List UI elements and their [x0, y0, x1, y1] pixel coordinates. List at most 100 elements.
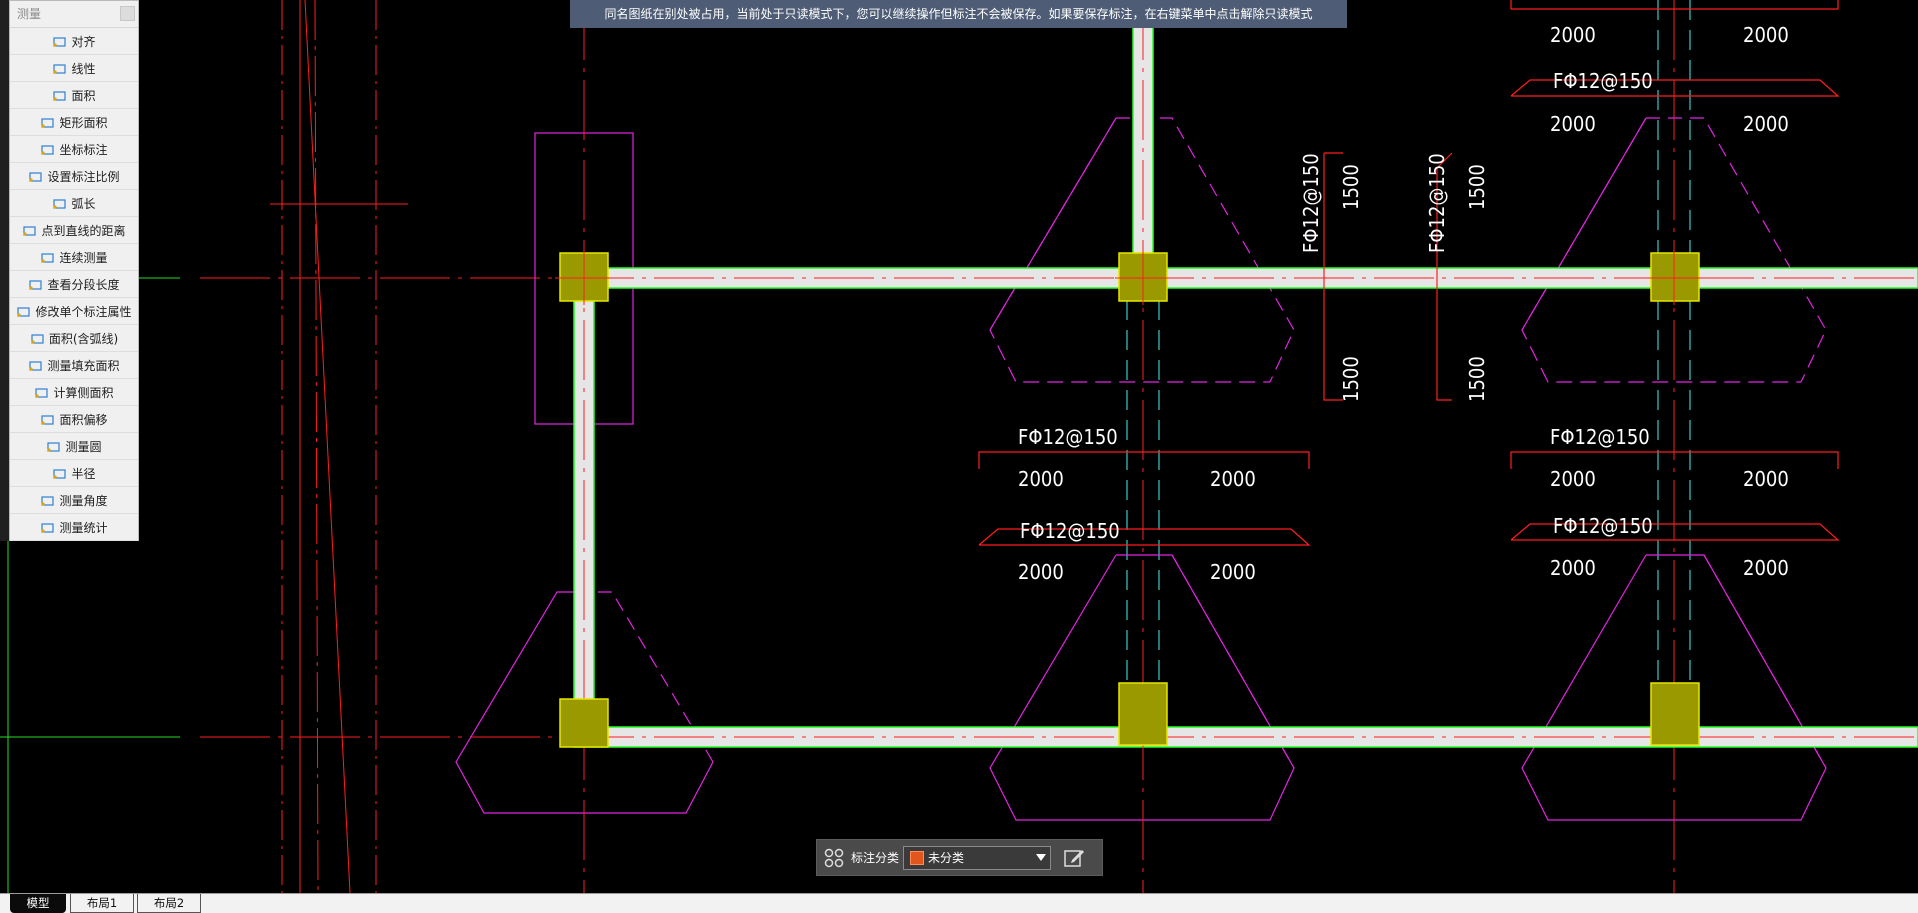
rebar-label: FΦ12@150	[1550, 425, 1650, 449]
dim-text: 2000	[1743, 556, 1789, 580]
grid-icon[interactable]	[823, 847, 845, 869]
category-color-swatch	[910, 850, 925, 865]
measure-tool-radius[interactable]: 半径	[10, 460, 138, 487]
tab-layout-1[interactable]: 布局1	[70, 894, 134, 913]
category-value: 未分类	[928, 851, 965, 865]
layout-tabbar: 模型 布局1 布局2	[0, 893, 1918, 913]
measure-tool-label: 面积偏移	[59, 412, 108, 427]
measure-tool-fill-area[interactable]: 测量填充面积	[10, 352, 138, 379]
rebar-label: FΦ12@150	[1018, 425, 1118, 449]
measure-tool-label: 测量角度	[59, 493, 108, 508]
statistics-icon	[40, 521, 55, 534]
dim-text: 2000	[1743, 467, 1789, 491]
close-icon[interactable]	[120, 6, 135, 21]
measure-tool-arc-area[interactable]: 面积(含弧线)	[10, 325, 138, 352]
measure-tool-label: 弧长	[71, 196, 96, 211]
continuous-measure-icon	[40, 251, 55, 264]
measure-tool-linear-dimension[interactable]: 线性	[10, 55, 138, 82]
measure-tool-circle-measure[interactable]: 测量圆	[10, 433, 138, 460]
dim-text: 2000	[1550, 112, 1596, 136]
measure-tool-label: 面积(含弧线)	[48, 331, 119, 346]
measure-tool-label: 计算侧面积	[53, 385, 114, 400]
tab-layout-2[interactable]: 布局2	[137, 894, 201, 913]
measure-tool-area[interactable]: 面积	[10, 82, 138, 109]
measure-tool-edit-annotation[interactable]: 修改单个标注属性	[10, 298, 138, 325]
tab-model[interactable]: 模型	[10, 894, 66, 913]
edit-annotation-icon	[16, 305, 31, 318]
readonly-notice: 同名图纸在别处被占用，当前处于只读模式下，您可以继续操作但标注不会被保存。如果要…	[570, 0, 1347, 28]
measure-tool-area-offset[interactable]: 面积偏移	[10, 406, 138, 433]
rectangle-area-icon	[40, 116, 55, 129]
measure-tool-rectangle-area[interactable]: 矩形面积	[10, 109, 138, 136]
measure-tool-side-area[interactable]: 计算侧面积	[10, 379, 138, 406]
tool-list: 对齐线性面积矩形面积坐标标注设置标注比例 弧长点到直线的距离 连续测量查看分段长度修…	[10, 28, 138, 541]
dim-text-vertical: 1500	[1339, 164, 1363, 210]
dim-text-vertical: 1500	[1465, 164, 1489, 210]
rebar-label-vertical: FΦ12@150	[1299, 153, 1323, 253]
measure-tool-label: 点到直线的距离	[41, 223, 126, 238]
arc-length-icon	[52, 197, 67, 210]
angle-icon	[40, 494, 55, 507]
measure-tool-continuous-measure[interactable]: 连续测量	[10, 244, 138, 271]
edit-icon[interactable]	[1061, 845, 1087, 871]
dim-text: 2000	[1743, 112, 1789, 136]
measure-tool-label: 半径	[71, 466, 96, 481]
align-dimension-icon	[52, 35, 67, 48]
measure-tool-statistics[interactable]: 测量统计	[10, 514, 138, 541]
cad-drawing-canvas[interactable]: FΦ12@150 2000 2000 2000 2000 FΦ12@150 20…	[0, 0, 1918, 893]
chevron-down-icon	[1036, 853, 1047, 861]
coordinate-icon	[40, 143, 55, 156]
measure-tool-align-dimension[interactable]: 对齐	[10, 28, 138, 55]
radius-icon	[52, 467, 67, 480]
left-ruler-strip	[0, 0, 9, 541]
category-label: 标注分类	[851, 851, 900, 865]
arc-area-icon	[30, 332, 45, 345]
measure-tool-label: 坐标标注	[59, 142, 108, 157]
dim-text: 2000	[1018, 467, 1064, 491]
rebar-label: FΦ12@150	[1020, 519, 1120, 543]
measure-tool-label: 测量填充面积	[47, 358, 120, 373]
panel-title-text: 测量	[17, 7, 42, 21]
dim-text: 2000	[1550, 467, 1596, 491]
dim-text: 2000	[1550, 556, 1596, 580]
measure-panel: 测量 对齐线性面积矩形面积坐标标注设置标注比例 弧长点到直线的距离 连续测量查看分段…	[9, 0, 139, 541]
dim-text: 2000	[1210, 467, 1256, 491]
panel-title: 测量	[10, 1, 138, 28]
dim-text-vertical: 1500	[1339, 356, 1363, 402]
measure-tool-label: 面积	[71, 88, 96, 103]
dim-text: 2000	[1018, 560, 1064, 584]
annotation-category-toolbar: 标注分类 未分类	[816, 839, 1103, 876]
measure-tool-point-to-line[interactable]: 点到直线的距离	[10, 217, 138, 244]
point-to-line-icon	[22, 224, 37, 237]
measure-tool-coordinate[interactable]: 坐标标注	[10, 136, 138, 163]
dim-text: 2000	[1210, 560, 1256, 584]
area-offset-icon	[40, 413, 55, 426]
measure-tool-label: 连续测量	[59, 250, 108, 265]
category-select[interactable]: 未分类	[903, 845, 1052, 870]
dim-text: 2000	[1743, 23, 1789, 47]
rebar-label-vertical: FΦ12@150	[1425, 153, 1449, 253]
measure-tool-arc-length[interactable]: 弧长	[10, 190, 138, 217]
side-area-icon	[34, 386, 49, 399]
measure-tool-label: 设置标注比例	[47, 169, 120, 184]
fill-area-icon	[28, 359, 43, 372]
measure-tool-label: 测量统计	[59, 520, 108, 535]
segment-length-icon	[28, 278, 43, 291]
measure-tool-segment-length[interactable]: 查看分段长度	[10, 271, 138, 298]
measure-tool-label: 线性	[71, 61, 96, 76]
measure-tool-label: 查看分段长度	[47, 277, 120, 292]
measure-tool-scale[interactable]: 设置标注比例	[10, 163, 138, 190]
rebar-label: FΦ12@150	[1553, 514, 1653, 538]
measure-tool-label: 修改单个标注属性	[35, 304, 132, 319]
area-icon	[52, 89, 67, 102]
measure-tool-label: 测量圆	[65, 439, 102, 454]
dim-text-vertical: 1500	[1465, 356, 1489, 402]
dim-text: 2000	[1550, 23, 1596, 47]
measure-tool-label: 对齐	[71, 34, 96, 49]
rebar-label: FΦ12@150	[1553, 69, 1653, 93]
scale-icon	[28, 170, 43, 183]
circle-measure-icon	[46, 440, 61, 453]
measure-tool-label: 矩形面积	[59, 115, 108, 130]
measure-tool-angle[interactable]: 测量角度	[10, 487, 138, 514]
linear-dimension-icon	[52, 62, 67, 75]
